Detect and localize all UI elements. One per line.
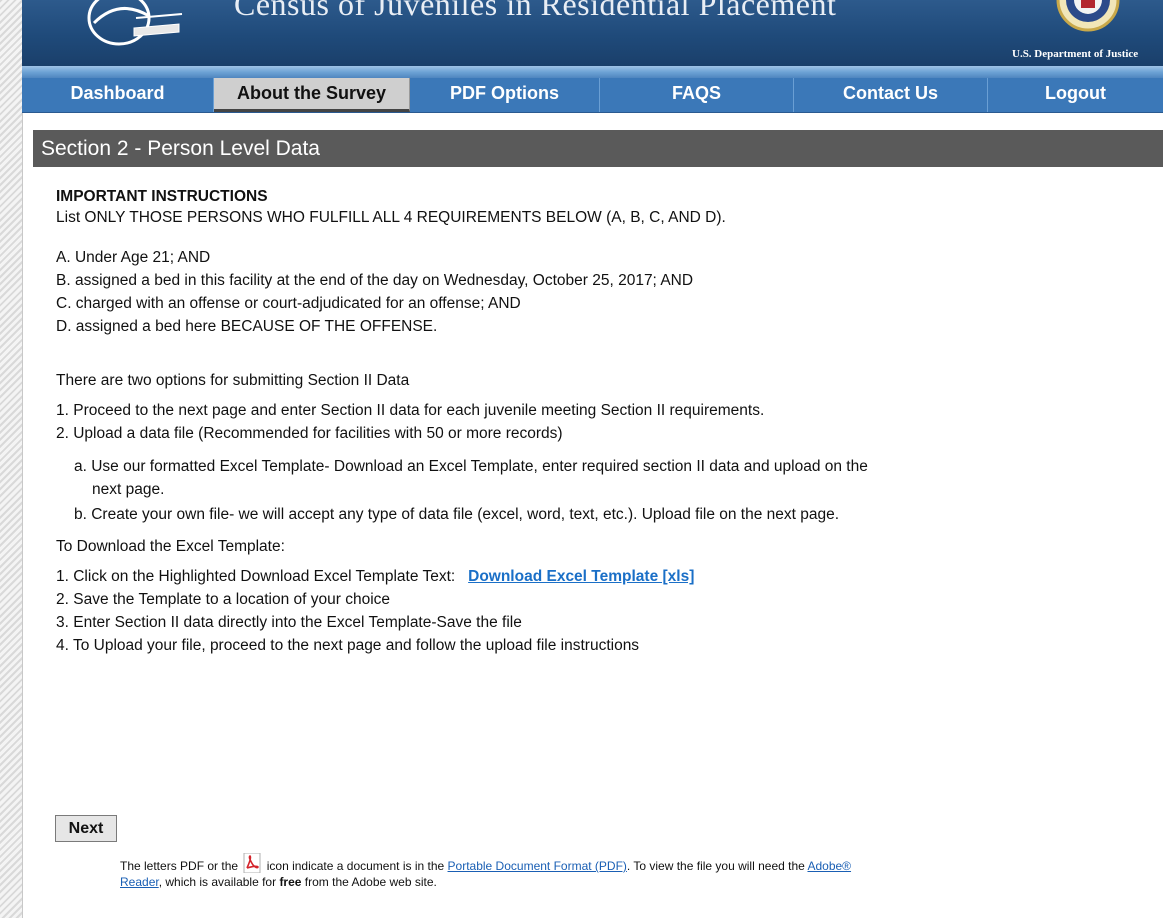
pdf-icon [243, 853, 261, 873]
adobe-link[interactable]: Adobe® [807, 859, 851, 873]
nav-pdf-options[interactable]: PDF Options [410, 78, 600, 112]
adobe-reader-link[interactable]: Reader [120, 875, 159, 889]
instructions-intro: List ONLY THOSE PERSONS WHO FULFILL ALL … [56, 209, 726, 226]
requirement-a: A. Under Age 21; AND [56, 249, 211, 266]
section-title: Section 2 - Person Level Data [33, 130, 1163, 167]
requirement-b: B. assigned a bed in this facility at th… [56, 272, 694, 289]
footer-text-3: . To view the file you will need the [626, 859, 805, 873]
nav-logout[interactable]: Logout [988, 78, 1163, 112]
footer-line-2: Reader, which is available for free from… [120, 875, 851, 889]
options-intro: There are two options for submitting Sec… [56, 372, 410, 389]
option-2: 2. Upload a data file (Recommended for f… [56, 425, 563, 442]
footer-free: free [279, 875, 302, 889]
department-name: U.S. Department of Justice [1012, 48, 1139, 60]
nav-accent-bar [22, 66, 1163, 78]
nav-about-the-survey[interactable]: About the Survey [214, 78, 410, 112]
requirement-d: D. assigned a bed here BECAUSE OF THE OF… [56, 318, 438, 335]
next-button[interactable]: Next [55, 815, 117, 842]
footer-text-1: The letters PDF or the [120, 859, 239, 873]
download-step-1-text: 1. Click on the Highlighted Download Exc… [56, 568, 456, 585]
sub-option-a: a. Use our formatted Excel Template- Dow… [74, 458, 868, 475]
download-step-3: 3. Enter Section II data directly into t… [56, 614, 522, 631]
main-nav: Dashboard About the Survey PDF Options F… [22, 78, 1163, 113]
requirement-c: C. charged with an offense or court-adju… [56, 295, 521, 312]
pdf-format-link[interactable]: Portable Document Format (PDF) [448, 859, 627, 873]
doj-seal-icon [1056, 0, 1120, 32]
header-title: Census of Juveniles in Residential Place… [234, 0, 837, 22]
nav-faqs[interactable]: FAQS [600, 78, 794, 112]
download-intro: To Download the Excel Template: [56, 538, 285, 555]
sub-option-b: b. Create your own file- we will accept … [74, 506, 840, 523]
download-step-2: 2. Save the Template to a location of yo… [56, 591, 391, 608]
sub-option-a-cont: next page. [92, 481, 165, 498]
download-excel-template-link[interactable]: Download Excel Template [xls] [468, 568, 694, 585]
option-1: 1. Proceed to the next page and enter Se… [56, 402, 765, 419]
site-header: Census of Juveniles in Residential Place… [22, 0, 1163, 66]
footer-text-5: from the Adobe web site. [304, 875, 437, 889]
footer-text-4: , which is available for [158, 875, 277, 889]
download-step-4: 4. To Upload your file, proceed to the n… [56, 637, 640, 654]
agency-logo-icon [87, 0, 183, 46]
nav-contact-us[interactable]: Contact Us [794, 78, 988, 112]
download-step-1: 1. Click on the Highlighted Download Exc… [56, 568, 694, 586]
footer-note: The letters PDF or the icon indicate a d… [120, 853, 851, 889]
footer-text-2: icon indicate a document is in the [266, 859, 445, 873]
left-border [0, 0, 23, 918]
instructions-heading: IMPORTANT INSTRUCTIONS [56, 188, 268, 205]
nav-dashboard[interactable]: Dashboard [22, 78, 214, 112]
